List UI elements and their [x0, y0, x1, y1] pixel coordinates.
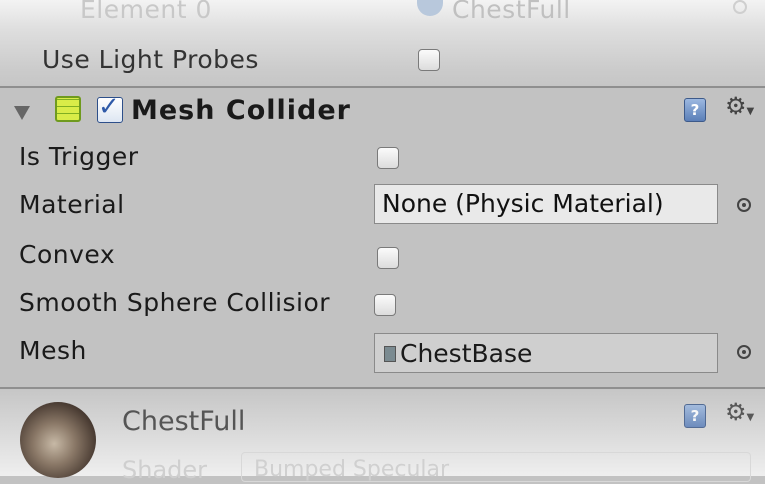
gear-glyph: ⚙	[725, 398, 747, 426]
material-help-icon[interactable]: ?	[684, 404, 706, 428]
material-label: Material	[19, 190, 125, 219]
gear-icon[interactable]: ⚙▼	[725, 94, 754, 118]
is-trigger-label: Is Trigger	[19, 142, 139, 171]
shader-value: Bumped Specular	[254, 457, 450, 482]
material-field[interactable]: None (Physic Material)	[374, 184, 718, 224]
shader-label: Shader	[122, 456, 208, 484]
use-light-probes-label: Use Light Probes	[42, 45, 259, 74]
convex-label: Convex	[19, 240, 116, 269]
dropdown-caret-icon: ▼	[746, 412, 755, 423]
material-name: ChestFull	[122, 406, 246, 437]
material-gear-icon[interactable]: ⚙▼	[725, 400, 754, 424]
shader-dropdown[interactable]: Bumped Specular	[241, 452, 751, 482]
help-icon[interactable]: ?	[684, 98, 706, 122]
mesh-collider-icon	[55, 96, 81, 122]
is-trigger-checkbox[interactable]	[377, 147, 399, 169]
smooth-sphere-collisions-label: Smooth Sphere Collisior	[19, 288, 331, 317]
element-0-value[interactable]: ChestFull	[452, 0, 571, 24]
element-0-picker-icon[interactable]	[733, 0, 747, 14]
foldout-triangle-icon[interactable]	[14, 106, 30, 120]
mesh-label: Mesh	[19, 336, 87, 365]
material-preview-thumbnail	[20, 402, 96, 478]
divider	[0, 86, 765, 88]
component-title: Mesh Collider	[131, 95, 351, 126]
checkmark-icon: ✓	[98, 92, 120, 122]
mesh-asset-icon	[384, 346, 396, 362]
mesh-value: ChestBase	[400, 339, 533, 368]
material-picker-icon[interactable]	[737, 198, 751, 212]
dropdown-caret-icon: ▼	[746, 106, 755, 117]
convex-checkbox[interactable]	[377, 247, 399, 269]
smooth-sphere-collisions-checkbox[interactable]	[374, 294, 396, 316]
element-0-label: Element 0	[80, 0, 212, 24]
mesh-field[interactable]: ChestBase	[374, 333, 718, 373]
mesh-collider-enabled-checkbox[interactable]: ✓	[97, 92, 123, 123]
mesh-picker-icon[interactable]	[737, 345, 751, 359]
gear-glyph: ⚙	[725, 92, 747, 120]
use-light-probes-checkbox[interactable]	[418, 49, 440, 71]
